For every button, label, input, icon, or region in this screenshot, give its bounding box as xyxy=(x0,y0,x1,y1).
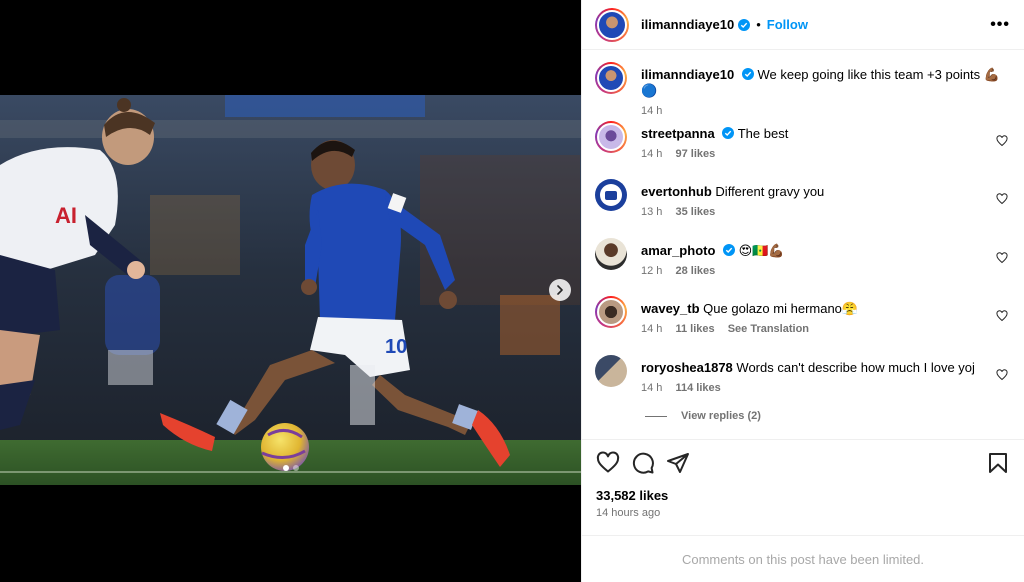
caption-time[interactable]: 14 h xyxy=(641,105,662,117)
heart-icon[interactable] xyxy=(596,451,620,475)
comment-time[interactable]: 13 h xyxy=(641,206,662,218)
like-comment-heart-icon[interactable] xyxy=(996,193,1008,205)
comment-item: streetpanna The best 14 h 97 likes xyxy=(595,120,1010,180)
share-icon[interactable] xyxy=(666,451,690,475)
replies-line xyxy=(645,415,667,417)
comment-icon[interactable] xyxy=(631,451,655,475)
carousel-dot xyxy=(292,465,299,471)
likes-count[interactable]: 33,582 likes xyxy=(596,488,1010,503)
comment-item: roryoshea1878 Words can't describe how m… xyxy=(595,354,1010,414)
verified-icon xyxy=(741,68,754,80)
post-timestamp[interactable]: 14 hours ago xyxy=(596,507,1010,519)
football-photo-image: AI 10 xyxy=(0,95,581,485)
separator: • xyxy=(756,17,761,32)
svg-text:AI: AI xyxy=(55,203,77,228)
like-comment-heart-icon[interactable] xyxy=(996,368,1008,381)
follow-button[interactable]: Follow xyxy=(767,17,808,32)
commenter-avatar[interactable] xyxy=(595,354,627,387)
comment-text: Que golazo mi hermano😤 xyxy=(703,301,859,316)
comment-likes[interactable]: 114 likes xyxy=(675,382,720,394)
comment-text: 😍🇸🇳💪🏾 xyxy=(738,242,785,258)
comment-likes[interactable]: 28 likes xyxy=(675,265,715,277)
comment-item: wavey_tb Que golazo mi hermano😤 14 h 11 … xyxy=(595,296,1010,355)
verified-icon xyxy=(738,18,751,31)
commenter-avatar[interactable] xyxy=(595,120,627,153)
action-icons-row xyxy=(596,440,1010,486)
commenter-username[interactable]: wavey_tb xyxy=(641,301,700,316)
bookmark-icon[interactable] xyxy=(986,451,1010,475)
post-actions: 33,582 likes 14 hours ago xyxy=(582,439,1024,519)
commenter-avatar[interactable] xyxy=(595,296,627,328)
post-header: ilimanndiaye10 • Follow ••• xyxy=(582,0,1024,50)
like-comment-heart-icon[interactable] xyxy=(996,251,1008,264)
comment-item: amar_photo 😍🇸🇳💪🏾 12 h 28 likes xyxy=(595,237,1010,297)
comment-likes[interactable]: 97 likes xyxy=(675,148,715,160)
commenter-username[interactable]: roryoshea1878 xyxy=(641,360,733,375)
instagram-post-modal: AI 10 ilimanndiaye10 • Follow ••• iliman… xyxy=(0,0,1024,582)
commenter-username[interactable]: evertonhub xyxy=(641,184,712,199)
carousel-dot-active xyxy=(282,465,289,471)
like-comment-heart-icon[interactable] xyxy=(996,310,1008,322)
see-translation-link[interactable]: See Translation xyxy=(728,323,809,335)
next-media-button[interactable] xyxy=(549,279,571,301)
commenter-avatar[interactable] xyxy=(595,179,627,211)
caption-username[interactable]: ilimanndiaye10 xyxy=(641,67,734,82)
comment-item: evertonhub Different gravy you 13 h 35 l… xyxy=(595,179,1010,238)
verified-icon xyxy=(722,126,735,139)
caption-avatar[interactable] xyxy=(595,62,627,94)
svg-text:10: 10 xyxy=(385,336,407,358)
post-media: AI 10 xyxy=(0,0,581,582)
author-username[interactable]: ilimanndiaye10 xyxy=(641,17,734,32)
view-replies-button[interactable]: View replies (2) xyxy=(645,410,761,422)
comment-text: The best xyxy=(737,125,789,141)
comment-text: Different gravy you xyxy=(715,184,825,199)
commenter-username[interactable]: amar_photo xyxy=(641,243,715,258)
view-replies-label: View replies (2) xyxy=(681,410,761,422)
comment-time[interactable]: 14 h xyxy=(641,323,662,335)
comment-text: Words can't describe how much I love yoj xyxy=(736,359,975,375)
comment-likes[interactable]: 35 likes xyxy=(675,206,715,218)
comment-time[interactable]: 14 h xyxy=(641,148,662,160)
caption: ilimanndiaye10 We keep going like this t… xyxy=(595,62,1010,121)
author-avatar[interactable] xyxy=(595,7,629,42)
comment-likes[interactable]: 11 likes xyxy=(675,323,714,335)
comment-time[interactable]: 14 h xyxy=(641,382,662,394)
commenter-username[interactable]: streetpanna xyxy=(641,126,715,141)
comments-limited-notice: Comments on this post have been limited. xyxy=(582,535,1024,582)
more-options-button[interactable]: ••• xyxy=(990,16,1010,34)
comments-list[interactable]: ilimanndiaye10 We keep going like this t… xyxy=(582,50,1024,439)
post-side-panel: ilimanndiaye10 • Follow ••• ilimanndiaye… xyxy=(581,0,1024,582)
verified-icon xyxy=(723,243,736,256)
commenter-avatar[interactable] xyxy=(595,237,627,270)
comment-time[interactable]: 12 h xyxy=(641,265,662,277)
post-photo: AI 10 xyxy=(0,95,581,485)
chevron-right-icon xyxy=(557,285,563,295)
carousel-indicator xyxy=(0,465,581,471)
like-comment-heart-icon[interactable] xyxy=(996,134,1008,147)
